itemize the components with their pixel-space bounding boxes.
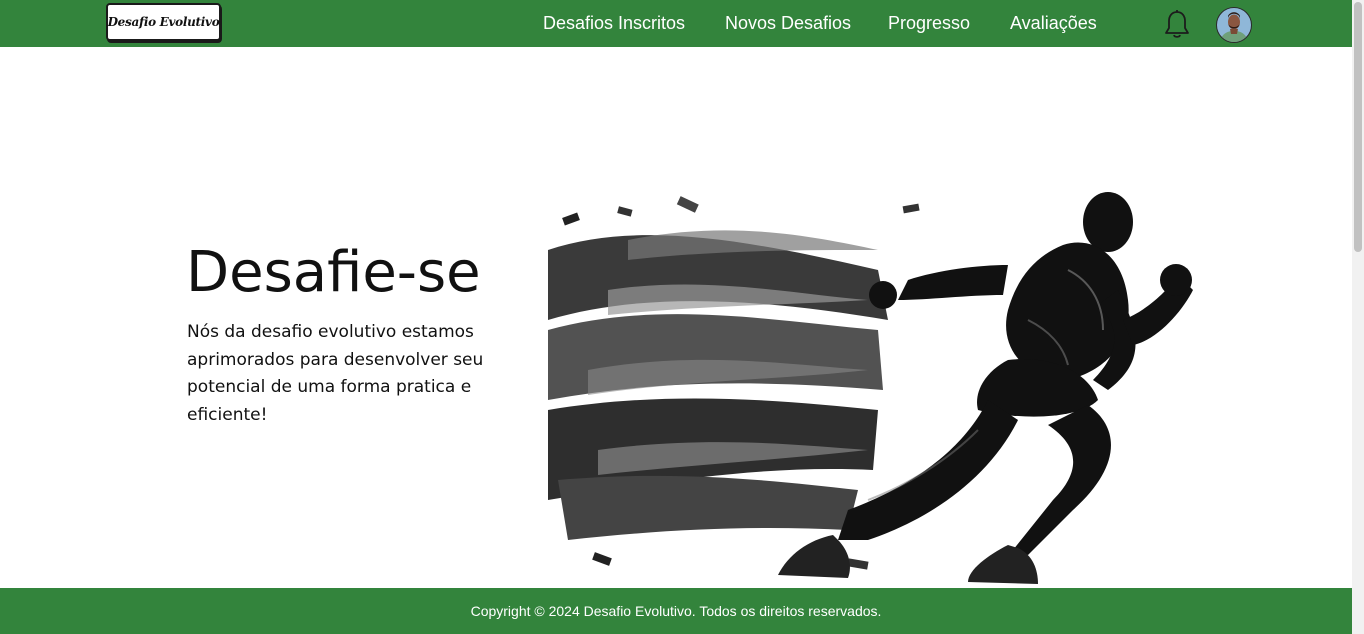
nav-novos-desafios[interactable]: Novos Desafios	[725, 13, 851, 34]
nav-avaliacoes[interactable]: Avaliações	[1010, 13, 1097, 34]
top-navbar: Desafio Evolutivo Desafios Inscritos Nov…	[0, 0, 1352, 47]
running-athlete-illustration	[548, 192, 1193, 584]
user-avatar[interactable]	[1216, 7, 1252, 43]
bell-icon[interactable]	[1163, 9, 1191, 40]
scrollbar-thumb[interactable]	[1354, 2, 1362, 252]
hero-description: Nós da desafio evolutivo estamos aprimor…	[187, 322, 484, 425]
copyright-text: Copyright © 2024 Desafio Evolutivo. Todo…	[470, 603, 882, 619]
hero-title: Desafie-se	[186, 240, 481, 305]
nav-progresso[interactable]: Progresso	[888, 13, 970, 34]
site-logo[interactable]: Desafio Evolutivo	[106, 3, 221, 41]
site-footer: Copyright © 2024 Desafio Evolutivo. Todo…	[0, 588, 1352, 634]
logo-text: Desafio Evolutivo	[107, 15, 220, 29]
page-scrollbar[interactable]	[1352, 0, 1364, 634]
nav-desafios-inscritos[interactable]: Desafios Inscritos	[543, 13, 685, 34]
